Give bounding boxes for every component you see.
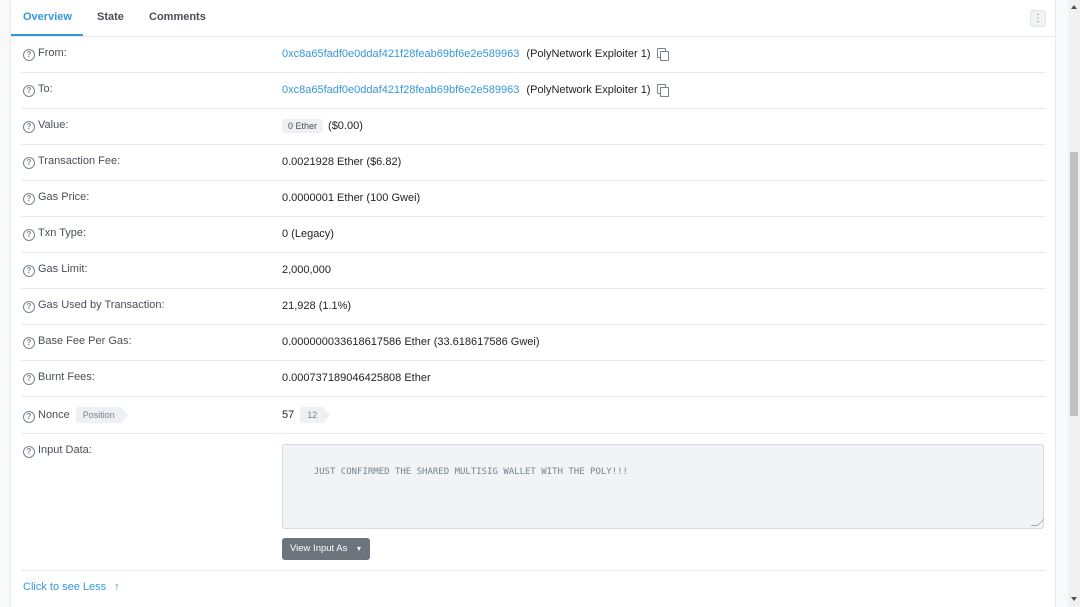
row-to: ? To: 0xc8a65fadf0e0ddaf421f28feab69bf6e2… — [21, 72, 1045, 109]
transaction-fee-label: ? Transaction Fee: — [23, 155, 120, 169]
help-icon[interactable]: ? — [23, 193, 35, 205]
view-input-as-label: View Input As — [290, 543, 348, 554]
nonce-number: 57 — [282, 408, 295, 421]
nonce-label: ? Nonce Position — [23, 406, 128, 423]
value-usd: ($0.00) — [328, 120, 363, 132]
view-input-as-button[interactable]: View Input As ▾ — [282, 538, 370, 560]
row-gas-price: ? Gas Price: 0.0000001 Ether (100 Gwei) — [21, 180, 1045, 217]
help-icon[interactable]: ? — [23, 410, 35, 423]
gas-price-label: ? Gas Price: — [23, 191, 89, 205]
nonce-value: 57 12 — [282, 406, 331, 423]
row-nonce: ? Nonce Position 57 12 — [21, 396, 1045, 434]
to-name-tag: (PolyNetwork Exploiter 1) — [526, 84, 651, 96]
scroll-thumb[interactable] — [1070, 152, 1078, 416]
from-value: 0xc8a65fadf0e0ddaf421f28feab69bf6e2e5899… — [282, 48, 669, 61]
value-value: 0 Ether ($0.00) — [282, 119, 363, 133]
tab-bar: Overview State Comments ⋮ — [11, 0, 1055, 37]
input-data-text: JUST CONFIRMED THE SHARED MULTISIG WALLE… — [313, 467, 628, 477]
page-scrollbar[interactable] — [1068, 0, 1080, 607]
ether-amount-badge: 0 Ether — [282, 119, 324, 133]
more-options-icon[interactable]: ⋮ — [1030, 10, 1046, 27]
resize-handle-icon[interactable] — [1030, 519, 1045, 526]
tab-comments[interactable]: Comments — [149, 11, 206, 23]
copy-icon[interactable] — [656, 84, 669, 97]
row-gas-used: ? Gas Used by Transaction: 21,928 (1.1%) — [21, 288, 1045, 325]
base-fee-label: ? Base Fee Per Gas: — [23, 335, 132, 349]
transaction-details-card: Overview State Comments ⋮ ? From: 0xc8a65… — [10, 0, 1056, 607]
see-less-link[interactable]: Click to see Less ↑ — [23, 581, 120, 593]
see-less-label: Click to see Less — [23, 581, 107, 593]
gas-limit-label: ? Gas Limit: — [23, 263, 88, 277]
copy-icon[interactable] — [656, 48, 669, 61]
from-name-tag: (PolyNetwork Exploiter 1) — [526, 48, 651, 60]
row-gas-limit: ? Gas Limit: 2,000,000 — [21, 252, 1045, 289]
chevron-down-icon: ▾ — [356, 544, 361, 553]
tab-overview[interactable]: Overview — [23, 11, 72, 23]
help-icon[interactable]: ? — [23, 301, 35, 313]
gas-used-label: ? Gas Used by Transaction: — [23, 299, 165, 313]
help-icon[interactable]: ? — [23, 229, 35, 241]
tab-state[interactable]: State — [97, 11, 124, 23]
help-icon[interactable]: ? — [23, 85, 35, 97]
row-transaction-fee: ? Transaction Fee: 0.0021928 Ether ($6.82… — [21, 144, 1045, 181]
row-value: ? Value: 0 Ether ($0.00) — [21, 108, 1045, 145]
arrow-up-icon: ↑ — [114, 581, 120, 593]
row-base-fee: ? Base Fee Per Gas: 0.000000033618617586 … — [21, 324, 1045, 361]
help-icon[interactable]: ? — [23, 446, 35, 458]
row-txn-type: ? Txn Type: 0 (Legacy) — [21, 216, 1045, 253]
txn-type-value: 0 (Legacy) — [282, 228, 334, 240]
input-data-label: ? Input Data: — [23, 444, 92, 458]
gas-price-value: 0.0000001 Ether (100 Gwei) — [282, 192, 421, 204]
help-icon[interactable]: ? — [23, 157, 35, 169]
help-icon[interactable]: ? — [23, 373, 35, 385]
transaction-fee-value: 0.0021928 Ether ($6.82) — [282, 156, 402, 168]
gas-limit-value: 2,000,000 — [282, 264, 331, 276]
burnt-fees-label: ? Burnt Fees: — [23, 371, 95, 385]
position-number: 12 — [300, 406, 331, 423]
scroll-down-icon[interactable] — [1071, 597, 1077, 601]
from-address-link[interactable]: 0xc8a65fadf0e0ddaf421f28feab69bf6e2e5899… — [282, 48, 519, 60]
help-icon[interactable]: ? — [23, 337, 35, 349]
row-burnt-fees: ? Burnt Fees: 0.000737189046425808 Ether — [21, 360, 1045, 397]
help-icon[interactable]: ? — [23, 121, 35, 133]
txn-type-label: ? Txn Type: — [23, 227, 86, 241]
to-address-link[interactable]: 0xc8a65fadf0e0ddaf421f28feab69bf6e2e5899… — [282, 84, 519, 96]
to-value: 0xc8a65fadf0e0ddaf421f28feab69bf6e2e5899… — [282, 84, 669, 97]
help-icon[interactable]: ? — [23, 49, 35, 61]
from-label: ? From: — [23, 47, 67, 61]
help-icon[interactable]: ? — [23, 265, 35, 277]
scroll-up-icon[interactable] — [1071, 5, 1077, 9]
base-fee-value: 0.000000033618617586 Ether (33.618617586… — [282, 336, 540, 348]
to-label: ? To: — [23, 83, 53, 97]
gas-used-value: 21,928 (1.1%) — [282, 300, 352, 312]
row-from: ? From: 0xc8a65fadf0e0ddaf421f28feab69bf6… — [21, 36, 1045, 73]
value-label: ? Value: — [23, 119, 68, 133]
burnt-fees-value: 0.000737189046425808 Ether — [282, 372, 431, 384]
input-data-textarea[interactable]: JUST CONFIRMED THE SHARED MULTISIG WALLE… — [282, 444, 1045, 529]
position-tag: Position — [75, 406, 128, 423]
